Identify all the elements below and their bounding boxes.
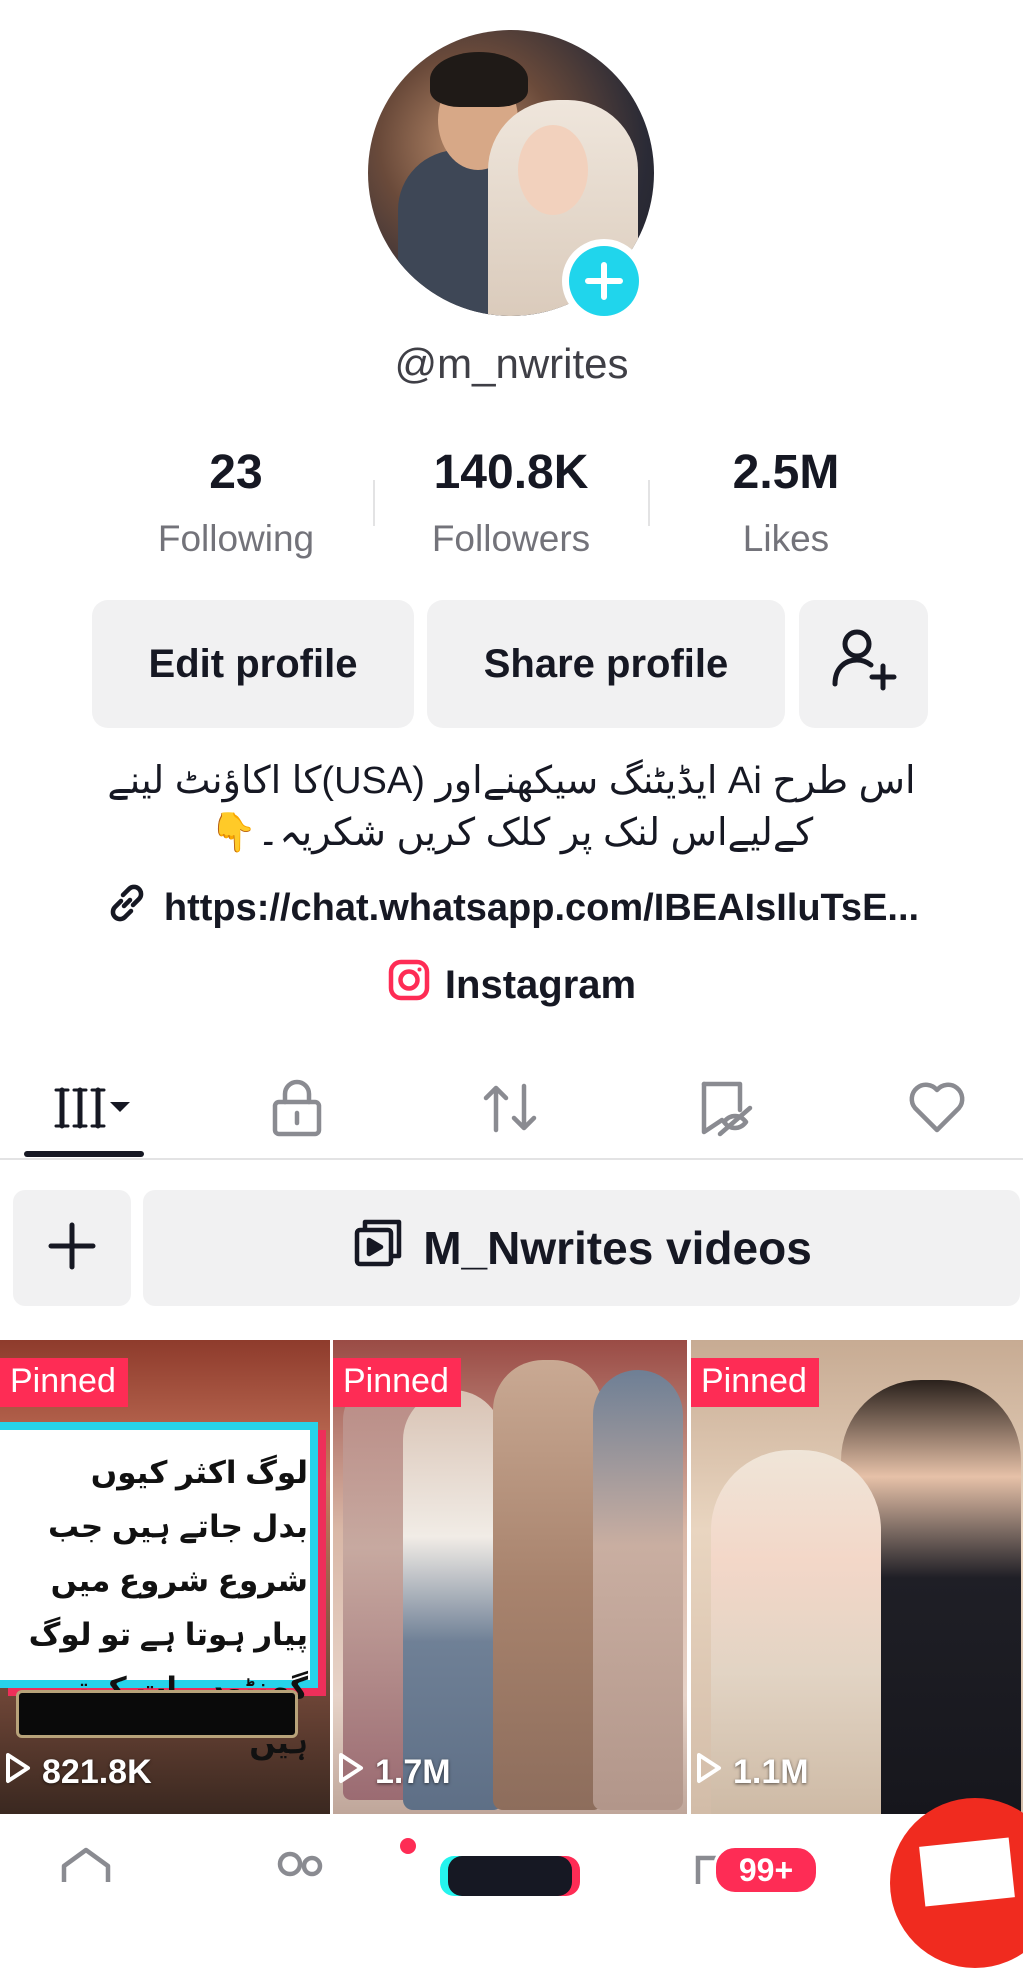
following-stat[interactable]: 23 Following [136, 445, 336, 560]
plus-icon [47, 1221, 97, 1276]
share-profile-button[interactable]: Share profile [427, 600, 785, 728]
floating-red-button[interactable] [890, 1798, 1023, 1968]
playlist-icon [351, 1216, 405, 1281]
pinned-badge: Pinned [691, 1358, 819, 1407]
instagram-icon [387, 958, 431, 1012]
tab-reposts[interactable] [450, 1060, 570, 1160]
following-count: 23 [209, 446, 263, 499]
playlist-button[interactable]: M_Nwrites videos [143, 1190, 1020, 1306]
play-icon [4, 1751, 32, 1794]
grid-icon [34, 1078, 134, 1143]
plus-icon [569, 246, 639, 316]
likes-label: Likes [742, 518, 830, 559]
username: @m_nwrites [394, 340, 629, 387]
video-tile[interactable]: Pinned 1.7M [333, 1340, 687, 1814]
followers-label: Followers [431, 518, 591, 559]
caption-bar [16, 1690, 298, 1738]
video-tile[interactable]: Pinned 1.1M [691, 1340, 1023, 1814]
link-icon [104, 880, 150, 936]
stat-divider [373, 480, 375, 526]
view-count: 821.8K [4, 1751, 152, 1794]
view-count-value: 821.8K [42, 1753, 152, 1791]
edit-profile-button[interactable]: Edit profile [92, 600, 414, 728]
lock-icon [269, 1078, 325, 1143]
active-tab-indicator [24, 1151, 144, 1157]
bio-text: اس طرح Ai ایڈیٹنگ سیکھنےاور (USA)کا اکاؤ… [60, 755, 963, 859]
play-icon [337, 1751, 365, 1794]
add-playlist-button[interactable] [13, 1190, 131, 1306]
home-icon[interactable] [60, 1846, 112, 1886]
inbox-badge: 99+ [713, 1845, 819, 1895]
add-avatar-button[interactable] [562, 239, 646, 323]
bio-line-2: کےلیےاس لنک پر کلک کریں شکریہ۔👇 [209, 812, 814, 854]
instagram-link[interactable]: Instagram [0, 958, 1023, 1012]
following-label: Following [157, 518, 315, 559]
pinned-badge: Pinned [0, 1358, 128, 1407]
friends-icon[interactable] [268, 1846, 332, 1886]
view-count: 1.7M [337, 1751, 451, 1794]
tab-videos[interactable] [24, 1060, 144, 1160]
tabs-divider [0, 1158, 1023, 1160]
tab-private[interactable] [237, 1060, 357, 1160]
create-button[interactable] [448, 1856, 572, 1896]
person-plus-icon [829, 624, 899, 704]
tab-favorites[interactable] [666, 1060, 786, 1160]
play-icon [695, 1751, 723, 1794]
video-tile[interactable]: لوگ اکثر کیوں بدل جاتے ہیں جب شروع شروع … [0, 1340, 330, 1814]
link-text: https://chat.whatsapp.com/IBEAIsIluTsE..… [163, 886, 920, 929]
bio-line-1: اس طرح Ai ایڈیٹنگ سیکھنےاور (USA)کا اکاؤ… [107, 760, 916, 802]
view-count: 1.1M [695, 1751, 809, 1794]
followers-count: 140.8K [433, 446, 589, 499]
view-count-value: 1.7M [375, 1753, 451, 1791]
stat-divider [648, 480, 650, 526]
bio-link[interactable]: https://chat.whatsapp.com/IBEAIsIluTsE..… [0, 880, 1023, 936]
repost-icon [478, 1078, 542, 1143]
add-friends-button[interactable] [799, 600, 928, 728]
likes-stat[interactable]: 2.5M Likes [686, 445, 886, 560]
friends-notification-dot [400, 1838, 416, 1854]
bookmark-hidden-icon [694, 1078, 758, 1143]
tab-liked[interactable] [877, 1060, 997, 1160]
followers-stat[interactable]: 140.8K Followers [411, 445, 611, 560]
profile-tabs [0, 1060, 1023, 1160]
heart-icon [907, 1080, 967, 1141]
view-count-value: 1.1M [733, 1753, 809, 1791]
pinned-badge: Pinned [333, 1358, 461, 1407]
likes-count: 2.5M [732, 446, 840, 499]
playlist-label: M_Nwrites videos [423, 1222, 812, 1274]
instagram-label: Instagram [444, 962, 637, 1007]
